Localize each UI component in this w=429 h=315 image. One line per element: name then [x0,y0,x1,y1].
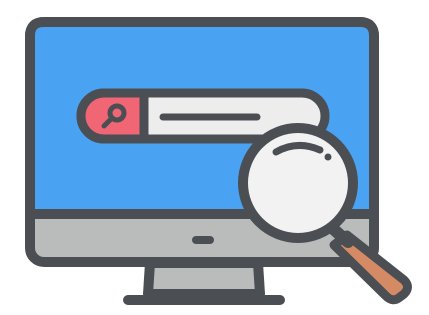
magnifying-glass-icon [238,123,412,305]
magnifier-glare-dot [324,153,332,161]
monitor-power-indicator [192,236,214,244]
monitor-stand-base [143,258,265,299]
monitor-search-illustration [25,17,412,305]
illustration-canvas [0,0,429,315]
